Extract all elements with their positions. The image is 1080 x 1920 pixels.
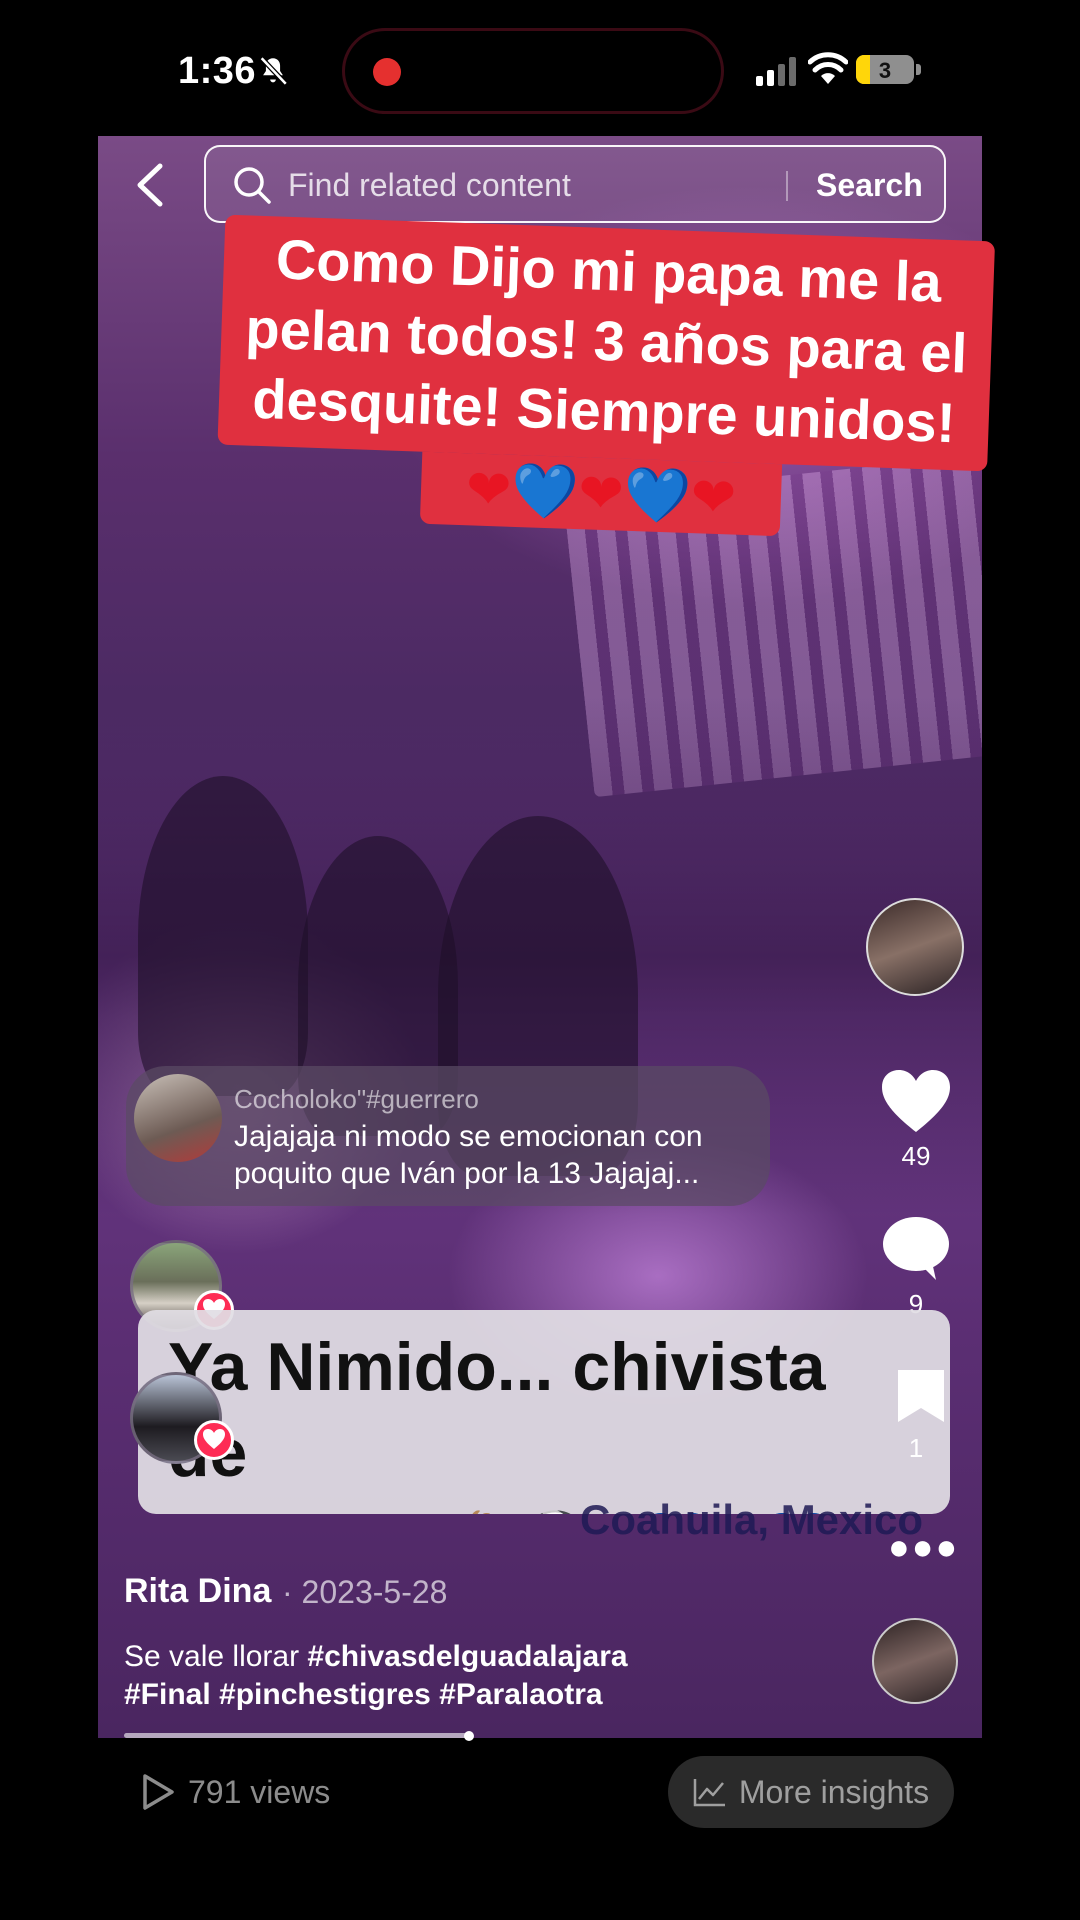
caption-text: Como Dijo mi papa me la pelan todos! 3 a…: [217, 214, 996, 472]
bell-muted-icon: [259, 56, 288, 86]
cellular-signal-icon: [756, 57, 796, 86]
search-divider: [786, 171, 788, 201]
trend-chart-icon: [693, 1779, 725, 1807]
blue-heart-emoji: 💙: [622, 462, 692, 529]
post-description: Se vale llorar #chivasdelguadalajara #Fi…: [124, 1638, 724, 1714]
views-text: 791 views: [188, 1773, 331, 1810]
battery-icon: 3: [856, 55, 914, 84]
status-time: 1:36: [178, 50, 257, 92]
author-name[interactable]: Rita Dina: [124, 1572, 271, 1611]
heart-icon: [882, 1070, 950, 1132]
hashtag[interactable]: #pinchestigres: [219, 1678, 431, 1711]
recording-indicator: [373, 58, 401, 86]
hashtag[interactable]: #chivasdelguadalajara: [307, 1640, 627, 1673]
playback-progress-knob[interactable]: [464, 1731, 474, 1741]
red-heart-emoji: ❤: [689, 465, 738, 530]
comment-username: Cocholoko"#guerrero: [234, 1084, 479, 1114]
like-button[interactable]: 49: [880, 1068, 952, 1172]
description-text: Se vale llorar: [124, 1640, 300, 1673]
views-counter: 791 views: [140, 1770, 330, 1814]
location-text: Coahuila, Mexico: [580, 1496, 924, 1543]
like-count: 49: [901, 1141, 931, 1171]
red-heart-emoji: ❤: [577, 461, 625, 526]
search-icon: [234, 167, 271, 204]
more-insights-label: More insights: [738, 1773, 930, 1810]
more-insights-button[interactable]: More insights: [668, 1756, 954, 1828]
dynamic-island: [342, 28, 724, 114]
creator-avatar[interactable]: [866, 898, 964, 996]
red-heart-emoji: ❤: [464, 457, 513, 522]
video-background-figure: [138, 776, 308, 1096]
wifi-icon: [808, 52, 848, 84]
post-date: · 2023-5-28: [282, 1574, 448, 1610]
hashtag[interactable]: #Paralaotra: [439, 1678, 602, 1711]
blue-heart-emoji: 💙: [510, 458, 580, 525]
comment-icon: [883, 1217, 949, 1280]
caption-sticker: Como Dijo mi papa me la pelan todos! 3 a…: [215, 214, 996, 544]
caption-emojis: ❤💙❤💙❤: [419, 451, 783, 537]
comment-button[interactable]: 9: [880, 1216, 952, 1320]
status-bar: 1:36 3: [0, 0, 1080, 136]
more-options-icon[interactable]: ●●●: [888, 1526, 959, 1568]
bookmark-icon: [897, 1370, 944, 1422]
playback-progress-bar[interactable]: [124, 1733, 469, 1738]
quote-line-2-text: corazon: [168, 1501, 429, 1514]
search-button[interactable]: Search: [816, 167, 923, 204]
comment-avatar: [134, 1074, 222, 1162]
play-icon: [143, 1774, 174, 1810]
search-input[interactable]: Find related content: [288, 167, 571, 204]
music-disc-avatar[interactable]: [872, 1618, 958, 1704]
search-bar[interactable]: Find related content Search: [204, 145, 946, 223]
battery-level: 3: [878, 58, 892, 83]
hashtag[interactable]: #Final: [124, 1678, 211, 1711]
comment-text: Jajajaja ni modo se emocionan con poquit…: [234, 1120, 703, 1190]
quote-line-1: Ya Nimido... chivista de: [168, 1329, 826, 1491]
bookmark-button[interactable]: 1: [880, 1366, 952, 1464]
save-count: 1: [908, 1433, 924, 1463]
liker-heart-icon: [194, 1420, 234, 1460]
goat-emoji: 🐐: [448, 1508, 520, 1514]
quote-sticker: Ya Nimido... chivista de corazon 🐐⚽❤💙❤💙: [138, 1310, 950, 1514]
comment-bubble[interactable]: Cocholoko"#guerrero Jajajaja ni modo se …: [126, 1066, 770, 1206]
battery-tip: [916, 64, 921, 75]
back-arrow-icon[interactable]: [130, 160, 170, 210]
